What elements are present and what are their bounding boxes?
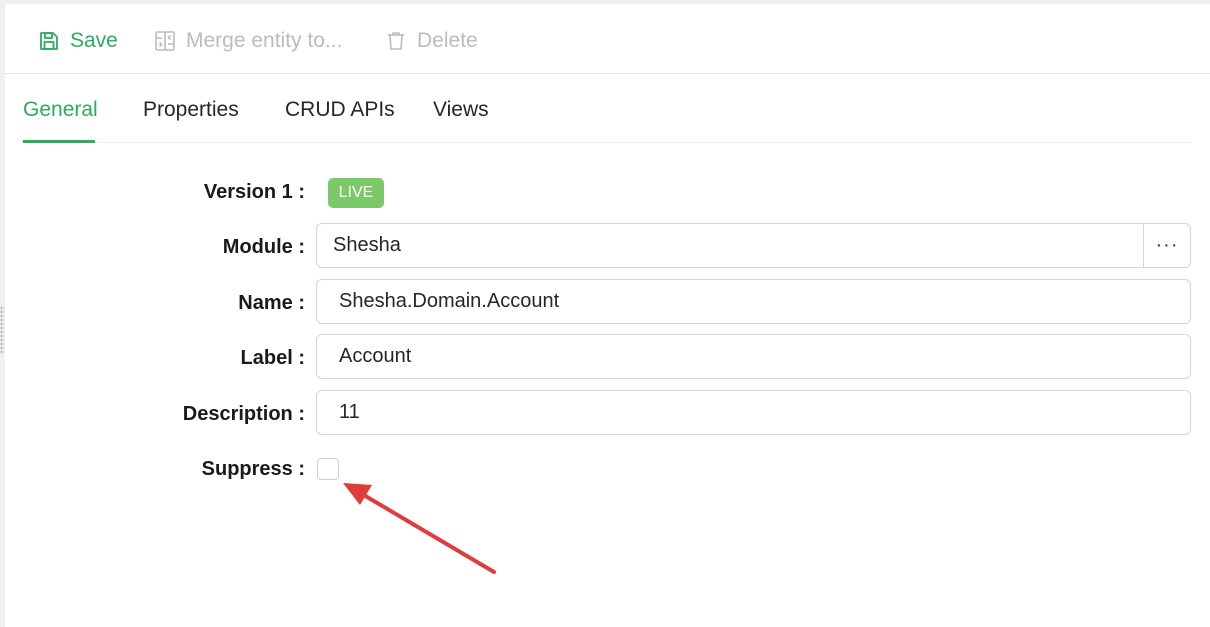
toolbar: Save Merge entity to... Delete [5,4,1210,74]
merge-label: Merge entity to... [186,29,343,52]
save-label: Save [70,29,118,52]
merge-icon [154,30,176,52]
tab-crud-apis[interactable]: CRUD APIs [285,98,395,122]
version-label: Version 1 : [203,181,305,203]
delete-button[interactable]: Delete [385,26,478,56]
delete-label: Delete [417,29,478,52]
module-picker-button[interactable]: ··· [1143,224,1190,267]
merge-entity-button[interactable]: Merge entity to... [154,26,342,56]
tab-properties[interactable]: Properties [143,98,239,122]
label-input[interactable]: Account [316,334,1191,379]
suppress-label: Suppress : [201,458,305,480]
save-button[interactable]: Save [38,26,118,56]
suppress-checkbox[interactable] [317,458,339,480]
tab-views[interactable]: Views [433,98,489,122]
label-value: Account [339,345,412,367]
module-value: Shesha [333,234,401,256]
status-badge: LIVE [328,178,384,208]
description-value: 11 [339,401,360,423]
description-input[interactable]: 11 [316,390,1191,435]
tab-general[interactable]: General [23,98,98,122]
module-label: Module : [222,236,305,258]
save-icon [38,30,60,52]
description-label: Description : [182,403,305,425]
tab-bar: General Properties CRUD APIs Views [23,73,1192,143]
trash-icon [385,30,407,52]
module-field[interactable]: Shesha ··· [316,223,1191,268]
entity-editor-panel: Save Merge entity to... Delete General P… [5,4,1210,627]
resize-handle[interactable] [0,306,4,354]
name-value: Shesha.Domain.Account [339,290,560,312]
name-input[interactable]: Shesha.Domain.Account [316,279,1191,324]
active-tab-indicator [23,140,95,143]
label-label: Label : [240,347,305,369]
name-label: Name : [238,292,305,314]
